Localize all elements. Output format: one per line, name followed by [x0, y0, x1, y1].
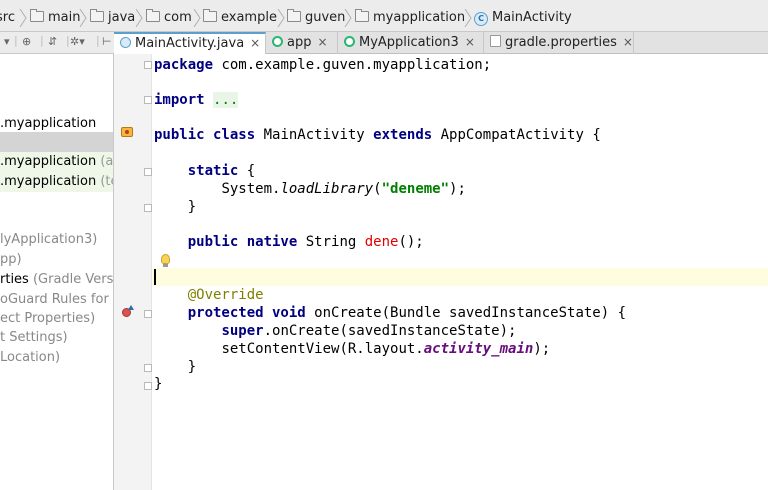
- tree-item[interactable]: t Settings): [0, 328, 68, 348]
- tab-mainactivity-java[interactable]: MainActivity.java ×: [114, 32, 266, 54]
- hide-panel-icon[interactable]: ⊢: [102, 35, 112, 48]
- code-line: public native String dene();: [187, 234, 424, 250]
- breadcrumb-guven[interactable]: guven: [287, 8, 345, 28]
- tree-item[interactable]: ect Properties): [0, 309, 95, 329]
- folder-icon: [287, 9, 301, 22]
- tree-item-selected[interactable]: [0, 132, 113, 152]
- chevron-right-icon: [463, 9, 473, 27]
- tree-item[interactable]: rties (Gradle Versio: [0, 270, 113, 290]
- code-line: }: [154, 376, 163, 392]
- tab-app[interactable]: app ×: [266, 32, 338, 54]
- fold-marker-icon[interactable]: [144, 382, 152, 390]
- chevron-right-icon: [78, 9, 88, 27]
- gear-icon[interactable]: ✲▾: [70, 35, 85, 48]
- tree-item[interactable]: .myapplication (te: [0, 172, 113, 192]
- sync-icon[interactable]: ⊕: [22, 35, 31, 48]
- code-editor[interactable]: package com.example.guven.myapplication;…: [152, 54, 768, 490]
- code-line: import ...: [154, 92, 239, 108]
- breadcrumb-main[interactable]: main: [30, 8, 80, 28]
- fold-marker-icon[interactable]: [144, 310, 152, 318]
- close-icon[interactable]: ×: [317, 35, 327, 49]
- current-line-highlight: [152, 268, 768, 286]
- close-icon[interactable]: ×: [250, 36, 260, 50]
- gradle-module-icon: [344, 36, 355, 47]
- code-line: }: [187, 359, 197, 375]
- tree-item[interactable]: .myapplication (ar: [0, 152, 113, 172]
- code-line: setContentView(R.layout.activity_main);: [221, 341, 551, 357]
- code-line: package com.example.guven.myapplication;: [154, 57, 492, 73]
- collapse-icon[interactable]: ⇵: [48, 35, 57, 48]
- lightbulb-icon[interactable]: [161, 254, 170, 264]
- tab-gradle-properties[interactable]: gradle.properties ×: [484, 32, 634, 54]
- folder-icon: [90, 9, 104, 22]
- breadcrumb-java[interactable]: java: [90, 8, 135, 28]
- editor-tab-bar: MainActivity.java × app × MyApplication3 × …: [114, 32, 768, 54]
- chevron-right-icon: [343, 9, 353, 27]
- navigation-breadcrumb: src main java com example guven myapplic…: [0, 0, 768, 32]
- dropdown-arrow-icon[interactable]: ▾: [4, 35, 10, 48]
- chevron-right-icon: [276, 9, 286, 27]
- code-line: static {: [187, 163, 256, 179]
- tree-item[interactable]: lyApplication3): [0, 230, 97, 250]
- chevron-right-icon: [192, 9, 202, 27]
- breadcrumb-mainactivity[interactable]: C MainActivity: [474, 8, 572, 28]
- code-line: System.loadLibrary("deneme");: [221, 181, 466, 197]
- project-toolbar: ▾ | ⊕ | ⇵ | ✲▾ | ⊢: [0, 32, 114, 54]
- folder-icon: [30, 9, 44, 22]
- folder-icon: [355, 9, 369, 22]
- folder-icon: [203, 9, 217, 22]
- folder-icon: [146, 9, 160, 22]
- breadcrumb-src[interactable]: src: [0, 8, 15, 28]
- editor-gutter: [114, 54, 152, 490]
- code-line: }: [187, 199, 197, 215]
- fold-marker-icon[interactable]: [144, 204, 152, 212]
- chevron-right-icon: [134, 9, 144, 27]
- chevron-right-icon: [18, 9, 28, 27]
- up-arrow-icon: [128, 305, 134, 310]
- code-line: protected void onCreate(Bundle savedInst…: [187, 305, 627, 321]
- close-icon[interactable]: ×: [623, 35, 633, 49]
- fold-marker-icon[interactable]: [144, 364, 152, 372]
- project-tree: .myapplication .myapplication (ar .myapp…: [0, 54, 114, 490]
- close-icon[interactable]: ×: [465, 35, 475, 49]
- folded-imports[interactable]: ...: [213, 92, 239, 108]
- tree-item[interactable]: oGuard Rules for a: [0, 290, 113, 310]
- class-icon: [120, 37, 131, 48]
- breadcrumb-example[interactable]: example: [203, 8, 277, 28]
- gradle-module-icon: [272, 36, 283, 47]
- code-line: public class MainActivity extends AppCom…: [154, 127, 601, 143]
- fold-marker-icon[interactable]: [144, 168, 152, 176]
- tab-myapplication3[interactable]: MyApplication3 ×: [338, 32, 484, 54]
- tree-item[interactable]: .myapplication: [0, 114, 96, 134]
- code-line: @Override: [187, 287, 264, 303]
- android-activity-icon[interactable]: [121, 127, 133, 137]
- fold-marker-icon[interactable]: [144, 61, 152, 69]
- properties-file-icon: [490, 35, 501, 47]
- tree-item[interactable]: Location): [0, 348, 60, 368]
- text-caret: [154, 269, 156, 285]
- fold-marker-icon[interactable]: [144, 96, 152, 104]
- breadcrumb-myapplication[interactable]: myapplication: [355, 8, 465, 28]
- class-icon: C: [474, 12, 488, 26]
- tree-item[interactable]: pp): [0, 250, 22, 270]
- code-line: super.onCreate(savedInstanceState);: [221, 323, 517, 339]
- breadcrumb-com[interactable]: com: [146, 8, 192, 28]
